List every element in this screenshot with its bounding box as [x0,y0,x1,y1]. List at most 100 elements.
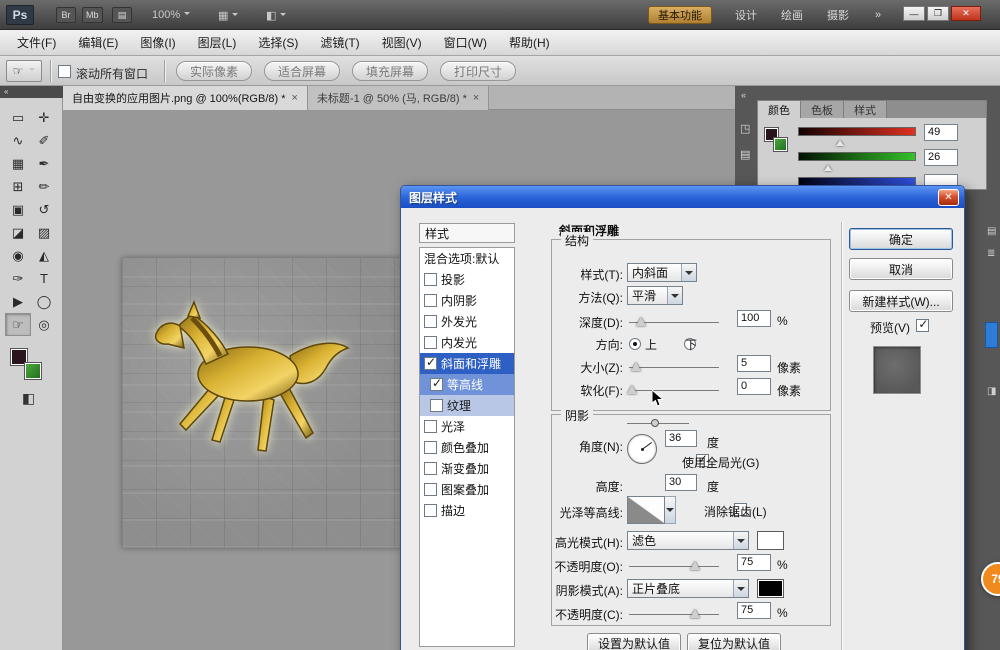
screen-mode-icon[interactable]: ◧ [266,9,286,22]
quick-selection-tool-icon[interactable]: ✐ [31,129,57,152]
opacity2-slider-handle[interactable] [690,609,700,618]
panel-background-swatch[interactable] [773,137,788,152]
tab-color[interactable]: 颜色 [758,101,801,118]
opacity2-value-field[interactable]: 75 [737,602,771,619]
tab-styles[interactable]: 样式 [844,101,887,118]
red-slider-handle[interactable] [836,136,844,146]
hand-tool-icon[interactable]: ☞ [5,313,31,336]
tools-collapse-bar[interactable]: « [0,86,63,98]
style-item-stroke[interactable]: 描边 [420,500,514,521]
checkbox[interactable] [424,462,437,475]
zoom-tool-icon[interactable]: ◎ [31,313,57,336]
move-tool-icon[interactable]: ✛ [31,106,57,129]
angle-value-field[interactable]: 36 [665,430,697,447]
menu-view[interactable]: 视图(V) [371,30,433,56]
arrange-documents-icon[interactable]: ▦ [218,9,238,22]
actual-pixels-button[interactable]: 实际像素 [176,61,252,81]
workspace-essentials-button[interactable]: 基本功能 [648,6,712,24]
checkbox[interactable] [430,378,443,391]
style-item-gradient-overlay[interactable]: 渐变叠加 [420,458,514,479]
type-tool-icon[interactable]: T [31,267,57,290]
minimize-button[interactable]: — [903,6,925,21]
size-slider-handle[interactable] [631,362,641,371]
checkbox[interactable] [424,336,437,349]
opacity-slider-handle[interactable] [690,561,700,570]
opacity-value-field[interactable]: 75 [737,554,771,571]
workspace-paint-button[interactable]: 绘画 [772,6,812,24]
size-slider[interactable] [629,367,719,368]
dialog-close-button[interactable]: ✕ [938,189,959,206]
style-item-inner-shadow[interactable]: 内阴影 [420,290,514,311]
red-ramp[interactable] [798,127,916,136]
eyedropper-tool-icon[interactable]: ✒ [31,152,57,175]
cancel-button[interactable]: 取消 [849,258,953,280]
menu-edit[interactable]: 编辑(E) [67,30,129,56]
blur-tool-icon[interactable]: ◉ [5,244,31,267]
shadow-mode-dropdown[interactable]: 正片叠底 [627,579,749,598]
pen-tool-icon[interactable]: ✑ [5,267,31,290]
set-default-button[interactable]: 设置为默认值 [587,633,681,650]
workspace-overflow-chevron[interactable]: » [866,6,890,24]
active-dock-tab[interactable] [985,322,998,348]
depth-slider[interactable] [629,322,719,323]
highlight-color-swatch[interactable] [757,531,784,550]
style-item-color-overlay[interactable]: 颜色叠加 [420,437,514,458]
document-tab-1[interactable]: 自由变换的应用图片.png @ 100%(RGB/8) * × [63,86,308,110]
green-channel-slider[interactable] [798,152,916,161]
checkbox[interactable] [430,399,443,412]
crop-tool-icon[interactable]: ▦ [5,152,31,175]
scroll-all-windows-checkbox[interactable] [58,65,71,78]
bridge-icon[interactable]: Br [56,7,76,23]
soften-slider[interactable] [629,390,719,391]
style-item-drop-shadow[interactable]: 投影 [420,269,514,290]
clone-stamp-tool-icon[interactable]: ▣ [5,198,31,221]
restore-button[interactable]: ❐ [927,6,949,21]
drag-slider-handle[interactable] [651,419,659,427]
fit-screen-button[interactable]: 适合屏幕 [264,61,340,81]
background-color-swatch[interactable] [24,362,42,380]
quick-mask-icon[interactable]: ◧ [22,390,35,407]
style-item-pattern-overlay[interactable]: 图案叠加 [420,479,514,500]
technique-dropdown[interactable]: 平滑 [627,286,683,305]
lasso-tool-icon[interactable]: ∿ [5,129,31,152]
style-item-texture[interactable]: 纹理 [420,395,514,416]
gloss-contour-dropdown-arrow[interactable] [665,496,676,524]
green-ramp[interactable] [798,152,916,161]
gradient-tool-icon[interactable]: ▨ [31,221,57,244]
checkbox[interactable] [424,273,437,286]
dialog-titlebar[interactable]: 图层样式 [401,186,964,208]
checkbox[interactable] [424,294,437,307]
tool-preset-picker[interactable]: ☞ [6,60,42,82]
shape-tool-icon[interactable]: ◯ [31,290,57,313]
checkbox[interactable] [424,441,437,454]
dock-panel-icon[interactable]: ◨ [987,386,996,397]
masks-panel-icon[interactable]: ▤ [740,148,750,161]
direction-up-radio[interactable] [629,338,641,350]
style-item-outer-glow[interactable]: 外发光 [420,311,514,332]
brush-tool-icon[interactable]: ✏ [31,175,57,198]
ok-button[interactable]: 确定 [849,228,953,250]
depth-slider-handle[interactable] [636,317,646,326]
guides-icon[interactable]: ▤ [112,7,132,23]
drag-slider[interactable] [627,423,689,424]
dock-menu-icon[interactable]: ≣ [987,248,995,259]
menu-image[interactable]: 图像(I) [129,30,186,56]
workspace-design-button[interactable]: 设计 [726,6,766,24]
adjustments-panel-icon[interactable]: ◳ [740,122,750,135]
zoom-level-dropdown[interactable]: 100% [152,9,190,21]
shadow-color-swatch[interactable] [757,579,784,598]
style-item-satin[interactable]: 光泽 [420,416,514,437]
size-value-field[interactable]: 5 [737,355,771,372]
checkbox[interactable] [424,357,437,370]
menu-select[interactable]: 选择(S) [247,30,309,56]
checkbox[interactable] [424,420,437,433]
highlight-mode-dropdown[interactable]: 滤色 [627,531,749,550]
close-button[interactable]: ✕ [951,6,981,21]
document-tab-2[interactable]: 未标题-1 @ 50% (马, RGB/8) * × [308,86,489,110]
eraser-tool-icon[interactable]: ◪ [5,221,31,244]
close-icon[interactable]: × [473,92,479,104]
altitude-value-field[interactable]: 30 [665,474,697,491]
style-item-bevel-emboss[interactable]: 斜面和浮雕 [420,353,514,374]
soften-slider-handle[interactable] [627,385,637,394]
depth-value-field[interactable]: 100 [737,310,771,327]
